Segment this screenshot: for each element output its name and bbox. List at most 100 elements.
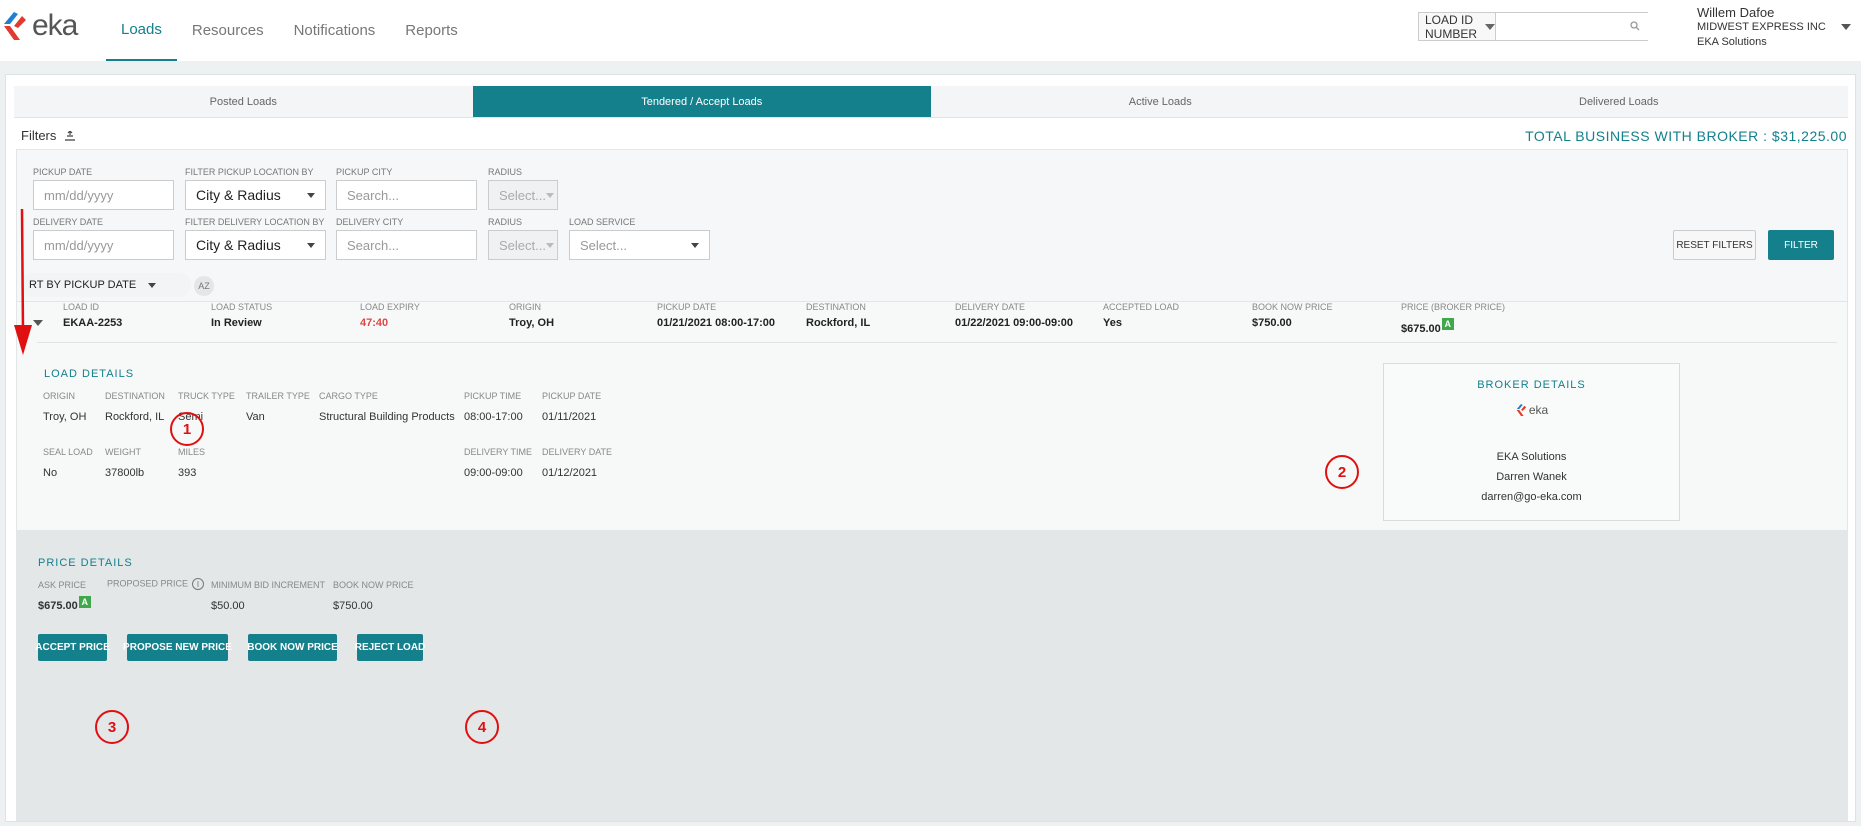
detail-destination-value: Rockford, IL bbox=[105, 411, 165, 423]
detail-seal-load-value: No bbox=[43, 467, 58, 479]
user-company: MIDWEST EXPRESS INC bbox=[1697, 21, 1826, 33]
value-delivery-date: 01/22/2021 09:00-09:00 bbox=[955, 317, 1074, 329]
sort-direction-button[interactable]: AZ bbox=[194, 276, 214, 296]
user-org: EKA Solutions bbox=[1697, 36, 1767, 48]
search-icon[interactable] bbox=[1630, 21, 1640, 31]
detail-miles-label: MILES bbox=[178, 447, 206, 457]
value-book-now-price: $750.00 bbox=[1252, 317, 1292, 329]
nav-notifications[interactable]: Notifications bbox=[279, 0, 391, 61]
detail-truck-type-label: TRUCK TYPE bbox=[178, 391, 235, 401]
app: eka Loads Resources Notifications Report… bbox=[0, 0, 1861, 826]
detail-pickup-date-value: 01/11/2021 bbox=[542, 411, 597, 423]
reject-load-button[interactable]: REJECT LOAD bbox=[355, 634, 425, 661]
expand-row-icon[interactable] bbox=[33, 320, 43, 326]
delivery-city-input[interactable]: Search... bbox=[336, 230, 477, 260]
detail-miles-value: 393 bbox=[178, 467, 197, 479]
tab-delivered-loads[interactable]: Delivered Loads bbox=[1390, 86, 1849, 117]
load-service-placeholder: Select... bbox=[580, 237, 627, 253]
annotation-4: 4 bbox=[465, 710, 499, 744]
value-destination: Rockford, IL bbox=[806, 317, 871, 329]
header-origin: ORIGIN bbox=[509, 302, 542, 312]
annotation-3: 3 bbox=[95, 710, 129, 744]
min-bid-label: MINIMUM BID INCREMENT bbox=[211, 580, 325, 590]
propose-new-price-button[interactable]: PROPOSE NEW PRICE bbox=[123, 634, 232, 661]
nav-loads[interactable]: Loads bbox=[106, 0, 177, 61]
nav-reports[interactable]: Reports bbox=[390, 0, 473, 61]
tab-active-loads[interactable]: Active Loads bbox=[931, 86, 1390, 117]
value-pickup-date: 01/21/2021 08:00-17:00 bbox=[657, 317, 776, 329]
ask-price-value-wrap: $675.00 A bbox=[38, 596, 91, 612]
book-now-price-button[interactable]: BOOK NOW PRICE bbox=[247, 634, 338, 661]
pickup-location-by-select[interactable]: City & Radius bbox=[185, 180, 326, 210]
pickup-city-input[interactable]: Search... bbox=[336, 180, 477, 210]
detail-origin-label: ORIGIN bbox=[43, 391, 76, 401]
tab-posted-loads[interactable]: Posted Loads bbox=[14, 86, 473, 117]
ask-price: ASK PRICE $675.00 A bbox=[38, 580, 91, 612]
ask-price-label: ASK PRICE bbox=[38, 580, 87, 590]
accept-price-button[interactable]: ACCEPT PRICE bbox=[35, 634, 110, 661]
filters-toggle[interactable]: Filters bbox=[21, 128, 76, 143]
pickup-date-input[interactable]: mm/dd/yyyy bbox=[33, 180, 174, 210]
user-name: Willem Dafoe bbox=[1697, 5, 1775, 20]
broker-logo-text: eka bbox=[1528, 403, 1549, 417]
detail-delivery-time-value: 09:00-09:00 bbox=[464, 467, 523, 479]
eka-logo[interactable]: eka bbox=[0, 8, 78, 44]
broker-details-card: BROKER DETAILS eka EKA Solutions Darren … bbox=[1383, 363, 1680, 521]
delivery-location-by-select[interactable]: City & Radius bbox=[185, 230, 326, 260]
price-type-badge: A bbox=[1441, 318, 1454, 330]
detail-miles: MILES 393 bbox=[178, 447, 205, 479]
red-arrow-annotation bbox=[14, 208, 32, 355]
value-origin: Troy, OH bbox=[509, 317, 555, 329]
detail-weight: WEIGHT 37800lb bbox=[105, 447, 144, 479]
load-card: LOAD ID EKAA-2253 LOAD STATUS In Review … bbox=[16, 301, 1848, 821]
user-chevron-down-icon[interactable] bbox=[1841, 24, 1851, 30]
load-service-label: LOAD SERVICE bbox=[569, 217, 636, 227]
price-details-section: PRICE DETAILS ASK PRICE $675.00 A PROPOSE… bbox=[17, 530, 1847, 820]
detail-pickup-time: PICKUP TIME 08:00-17:00 bbox=[464, 391, 523, 423]
proposed-price: PROPOSED PRICE i bbox=[107, 578, 205, 590]
detail-cargo-type-value: Structural Building Products bbox=[319, 411, 455, 423]
info-icon[interactable]: i bbox=[192, 578, 205, 590]
pickup-location-by-label: FILTER PICKUP LOCATION BY bbox=[185, 167, 314, 177]
detail-cargo-type-label: CARGO TYPE bbox=[319, 391, 378, 401]
reset-filters-button[interactable]: RESET FILTERS bbox=[1673, 230, 1756, 260]
nav-resources[interactable]: Resources bbox=[177, 0, 279, 61]
book-now-price-detail: BOOK NOW PRICE $750.00 bbox=[333, 580, 414, 612]
broker-company: EKA Solutions bbox=[1496, 451, 1567, 463]
user-menu[interactable]: Willem Dafoe MIDWEST EXPRESS INC EKA Sol… bbox=[1697, 5, 1826, 50]
delivery-date-input[interactable]: mm/dd/yyyy bbox=[33, 230, 174, 260]
pickup-city-label: PICKUP CITY bbox=[336, 167, 393, 177]
row-divider bbox=[37, 342, 1837, 343]
total-business-with-broker: TOTAL BUSINESS WITH BROKER : $31,225.00 bbox=[1525, 128, 1847, 144]
min-bid-value: $50.00 bbox=[211, 600, 245, 612]
ask-price-value: $675.00 bbox=[38, 600, 78, 612]
chevron-down-icon bbox=[545, 242, 554, 248]
search-input[interactable] bbox=[1496, 13, 1677, 40]
delivery-radius-select[interactable]: Select... bbox=[488, 230, 558, 260]
sort-select[interactable]: RT BY PICKUP DATE bbox=[21, 273, 191, 297]
value-accepted-load: Yes bbox=[1103, 317, 1122, 329]
proposed-price-label-wrap: PROPOSED PRICE i bbox=[107, 578, 205, 590]
load-service-select[interactable]: Select... bbox=[569, 230, 710, 260]
tab-tendered-accept-loads[interactable]: Tendered / Accept Loads bbox=[472, 86, 931, 117]
broker-details-title: BROKER DETAILS bbox=[1477, 379, 1586, 391]
pickup-radius-select[interactable]: Select... bbox=[488, 180, 558, 210]
header-load-expiry: LOAD EXPIRY bbox=[360, 302, 420, 312]
pickup-radius-label: RADIUS bbox=[488, 167, 523, 177]
main-nav: Loads Resources Notifications Reports bbox=[106, 0, 473, 61]
load-details-title: LOAD DETAILS bbox=[44, 368, 135, 380]
book-now-value: $750.00 bbox=[333, 600, 373, 612]
search-type-select[interactable]: LOAD ID NUMBER bbox=[1419, 13, 1496, 41]
detail-delivery-date-value: 01/12/2021 bbox=[542, 467, 598, 479]
detail-weight-value: 37800lb bbox=[105, 467, 145, 479]
detail-trailer-type: TRAILER TYPE Van bbox=[246, 391, 310, 423]
detail-pickup-date: PICKUP DATE 01/11/2021 bbox=[542, 391, 601, 423]
pickup-radius-placeholder: Select... bbox=[499, 187, 546, 203]
value-load-id[interactable]: EKAA-2253 bbox=[63, 317, 122, 329]
detail-seal-load-label: SEAL LOAD bbox=[43, 447, 93, 457]
filter-button[interactable]: FILTER bbox=[1768, 230, 1834, 260]
value-load-status: In Review bbox=[211, 317, 262, 329]
eka-logo-mark-icon bbox=[1516, 404, 1526, 416]
chevron-down-icon bbox=[148, 282, 157, 288]
broker-email[interactable]: darren@go-eka.com bbox=[1384, 487, 1679, 507]
